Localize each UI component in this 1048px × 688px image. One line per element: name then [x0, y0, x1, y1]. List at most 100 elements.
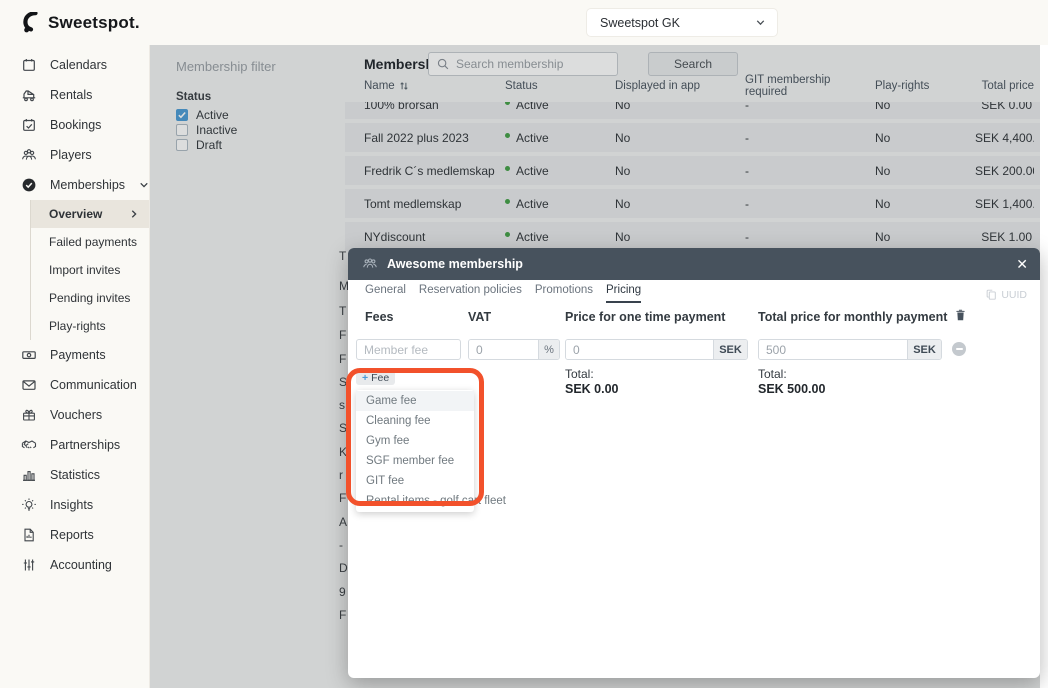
- chevron-right-icon: [128, 208, 140, 220]
- sidebar-subitem-label: Import invites: [49, 263, 120, 277]
- sidebar-item-partnerships[interactable]: Partnerships: [0, 430, 149, 460]
- copy-icon: [985, 288, 997, 301]
- plus-icon: +: [362, 372, 368, 384]
- sidebar-item-label: Bookings: [50, 118, 101, 132]
- one-time-total-value: SEK 0.00: [565, 382, 619, 396]
- sidebar-item-import-invites[interactable]: Import invites: [31, 256, 149, 284]
- fee-option-git-fee[interactable]: GIT fee: [356, 471, 474, 491]
- tab-pricing[interactable]: Pricing: [606, 284, 641, 303]
- payments-icon: [21, 347, 37, 363]
- fee-option-rental-items-golf-cart-fleet[interactable]: Rental items - golf cart fleet: [356, 491, 474, 511]
- sidebar-item-label: Vouchers: [50, 408, 102, 422]
- monthly-price-label: Total price for monthly payment: [758, 310, 947, 324]
- monthly-price-input-group: SEK: [758, 339, 942, 360]
- one-time-price-label: Price for one time payment: [565, 310, 725, 324]
- vat-input[interactable]: [469, 340, 538, 359]
- fee-option-game-fee[interactable]: Game fee: [356, 391, 474, 411]
- sidebar-item-overview[interactable]: Overview: [31, 200, 149, 228]
- vat-input-group: %: [468, 339, 560, 360]
- players-icon: [21, 147, 37, 163]
- sweetspot-logo: Sweetspot.: [22, 12, 140, 33]
- sidebar-subitem-label: Pending invites: [49, 291, 130, 305]
- sliders-icon: [21, 557, 37, 573]
- fee-option-cleaning-fee[interactable]: Cleaning fee: [356, 411, 474, 431]
- sidebar-item-label: Calendars: [50, 58, 107, 72]
- sidebar-item-play-rights[interactable]: Play-rights: [31, 312, 149, 340]
- sidebar-item-failed-payments[interactable]: Failed payments: [31, 228, 149, 256]
- sidebar-item-label: Accounting: [50, 558, 112, 572]
- sidebar-item-label: Players: [50, 148, 92, 162]
- members-group-icon: [362, 256, 378, 272]
- modal-title: Awesome membership: [387, 257, 523, 271]
- chevron-down-icon: [754, 16, 767, 29]
- sidebar-item-reports[interactable]: Reports: [0, 520, 149, 550]
- tab-reservation-policies[interactable]: Reservation policies: [419, 284, 522, 303]
- sidebar-item-pending-invites[interactable]: Pending invites: [31, 284, 149, 312]
- sek-suffix: SEK: [907, 340, 941, 359]
- sidebar-item-accounting[interactable]: Accounting: [0, 550, 149, 580]
- remove-row-icon[interactable]: [952, 342, 966, 356]
- tab-promotions[interactable]: Promotions: [535, 284, 593, 303]
- sidebar-item-vouchers[interactable]: Vouchers: [0, 400, 149, 430]
- fee-option-gym-fee[interactable]: Gym fee: [356, 431, 474, 451]
- uuid-copy-button[interactable]: UUID: [985, 288, 1027, 301]
- sidebar-item-label: Payments: [50, 348, 106, 362]
- uuid-label: UUID: [1001, 289, 1027, 301]
- sidebar-item-rentals[interactable]: Rentals: [0, 80, 149, 110]
- sidebar-item-memberships[interactable]: Memberships: [0, 170, 149, 200]
- sidebar-subitem-label: Failed payments: [49, 235, 137, 249]
- vat-column-label: VAT: [468, 310, 491, 324]
- add-fee-label: Fee: [371, 372, 389, 384]
- membership-edit-modal: Awesome membership ✕ General Reservation …: [348, 248, 1040, 678]
- sweetspot-logo-icon: [22, 12, 39, 33]
- sidebar-item-calendars[interactable]: Calendars: [0, 50, 149, 80]
- sek-suffix: SEK: [713, 340, 747, 359]
- sidebar-item-label: Partnerships: [50, 438, 120, 452]
- sidebar-item-bookings[interactable]: Bookings: [0, 110, 149, 140]
- monthly-total-value: SEK 500.00: [758, 382, 825, 396]
- gift-icon: [21, 407, 37, 423]
- club-selector-value: Sweetspot GK: [600, 16, 680, 30]
- monthly-price-input[interactable]: [759, 340, 907, 359]
- trash-icon[interactable]: [954, 308, 967, 322]
- sidebar-item-payments[interactable]: Payments: [0, 340, 149, 370]
- monthly-total-label: Total:: [758, 367, 787, 381]
- tab-general[interactable]: General: [365, 284, 406, 303]
- sidebar-item-insights[interactable]: Insights: [0, 490, 149, 520]
- close-icon[interactable]: ✕: [1016, 257, 1028, 271]
- sidebar-item-label: Insights: [50, 498, 93, 512]
- sidebar-item-label: Communication: [50, 378, 137, 392]
- lightbulb-icon: [21, 497, 37, 513]
- golf-cart-icon: [21, 87, 37, 103]
- fees-column-label: Fees: [365, 310, 394, 324]
- fee-option-sgf-member-fee[interactable]: SGF member fee: [356, 451, 474, 471]
- one-time-price-input[interactable]: [566, 340, 713, 359]
- club-selector-dropdown[interactable]: Sweetspot GK: [587, 9, 777, 36]
- sidebar-subitem-label: Overview: [49, 207, 102, 221]
- sidebar-item-players[interactable]: Players: [0, 140, 149, 170]
- sidebar-item-communication[interactable]: Communication: [0, 370, 149, 400]
- modal-header: Awesome membership ✕: [348, 248, 1040, 280]
- memberships-submenu: Overview Failed payments Import invites Pen…: [30, 200, 149, 340]
- top-bar: Sweetspot. Sweetspot GK: [0, 0, 1048, 45]
- percent-suffix: %: [538, 340, 559, 359]
- fee-name-input[interactable]: [356, 339, 461, 360]
- modal-tabs: General Reservation policies Promotions Pri…: [365, 284, 641, 303]
- sidebar-nav: Calendars Rentals Bookings Players Membershi…: [0, 45, 150, 688]
- fee-type-dropdown: Game feeCleaning feeGym feeSGF member fe…: [356, 390, 474, 512]
- sidebar-subitem-label: Play-rights: [49, 319, 106, 333]
- one-time-price-input-group: SEK: [565, 339, 748, 360]
- chevron-down-icon: [138, 179, 150, 191]
- logo-text: Sweetspot.: [48, 13, 140, 33]
- sidebar-item-label: Statistics: [50, 468, 100, 482]
- add-fee-button[interactable]: + Fee: [356, 370, 395, 385]
- handshake-icon: [21, 437, 37, 453]
- report-icon: [21, 527, 37, 543]
- calendar-icon: [21, 57, 37, 73]
- sidebar-item-label: Memberships: [50, 178, 125, 192]
- calendar-check-icon: [21, 117, 37, 133]
- bar-chart-icon: [21, 467, 37, 483]
- one-time-total-label: Total:: [565, 367, 594, 381]
- membership-badge-icon: [21, 177, 37, 193]
- sidebar-item-statistics[interactable]: Statistics: [0, 460, 149, 490]
